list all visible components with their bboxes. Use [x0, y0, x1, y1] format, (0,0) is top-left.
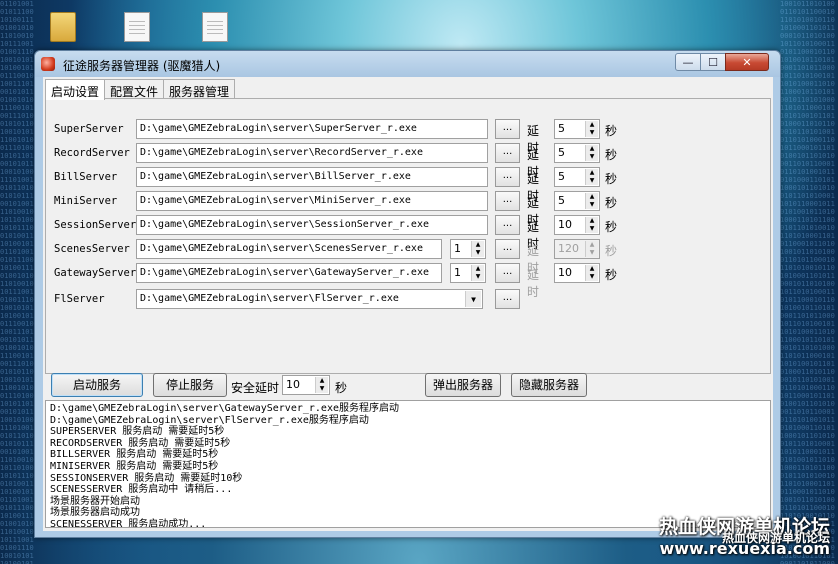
instance-count-spinner[interactable]: 1 ▲ ▼ [450, 239, 486, 259]
delay-value: 120 [558, 242, 579, 255]
window-client-area: 启动设置 配置文件 服务器管理 SuperServer D:\game\GMEZ… [43, 77, 773, 531]
server-label: RecordServer [54, 147, 130, 159]
delay-value: 5 [558, 146, 565, 159]
delay-spinner[interactable]: 10 ▲ ▼ [554, 215, 600, 235]
tab-server-management[interactable]: 服务器管理 [163, 79, 236, 99]
server-path-input[interactable]: D:\game\GMEZebraLogin\server\ScenesServe… [136, 239, 442, 259]
tab-bar: 启动设置 配置文件 服务器管理 [45, 79, 236, 100]
app-window: 征途服务器管理器 (驱魔猎人) — ☐ ✕ 启动设置 配置文件 服务器管理 Su… [34, 50, 781, 538]
log-line: MINISERVER 服务启动 需要延时5秒 [50, 460, 219, 472]
delay-spinner[interactable]: 5 ▲ ▼ [554, 191, 600, 211]
browse-button[interactable]: ... [495, 289, 520, 309]
watermark-url: www.rexuexia.com [659, 539, 830, 558]
log-line: SCENESSERVER 服务启动中 请稍后... [50, 484, 233, 496]
seconds-unit: 秒 [605, 172, 618, 186]
log-line: BILLSERVER 服务启动 需要延时5秒 [50, 449, 219, 461]
maximize-button[interactable]: ☐ [700, 53, 726, 71]
log-line: D:\game\GMEZebraLogin\server\FlServer_r.… [50, 414, 369, 426]
start-service-button[interactable]: 启动服务 [51, 373, 143, 397]
seconds-unit: 秒 [605, 244, 618, 258]
minimize-button[interactable]: — [675, 53, 701, 71]
delay-value: 5 [558, 122, 565, 135]
app-icon [41, 57, 55, 71]
log-line: SESSIONSERVER 服务启动 需要延时10秒 [50, 472, 243, 484]
spin-arrows-icon[interactable]: ▲ ▼ [585, 217, 598, 233]
delay-value: 5 [558, 194, 565, 207]
server-path-input[interactable]: D:\game\GMEZebraLogin\server\SessionServ… [136, 215, 488, 235]
title-bar[interactable]: 征途服务器管理器 (驱魔猎人) — ☐ ✕ [35, 51, 780, 77]
browse-button[interactable]: ... [495, 215, 520, 235]
server-path-input[interactable]: D:\game\GMEZebraLogin\server\RecordServe… [136, 143, 488, 163]
seconds-unit: 秒 [605, 148, 618, 162]
browse-button[interactable]: ... [495, 239, 520, 259]
spin-arrows-icon: ▲ ▼ [585, 241, 598, 257]
instance-count-value: 1 [454, 242, 461, 255]
browse-button[interactable]: ... [495, 167, 520, 187]
delay-label: 延时 [527, 268, 540, 299]
safe-delay-unit: 秒 [335, 381, 348, 395]
desktop-binary-pattern-left: 0110100101011100101001110100101011010010… [0, 0, 34, 564]
server-label: ScenesServer [54, 243, 130, 255]
server-path-input[interactable]: D:\game\GMEZebraLogin\server\BillServer_… [136, 167, 488, 187]
delay-spinner[interactable]: 5 ▲ ▼ [554, 143, 600, 163]
browse-button[interactable]: ... [495, 119, 520, 139]
desktop-binary-pattern-right: 1001011010100011010110001011010100101101… [780, 0, 835, 564]
delay-spinner[interactable]: 5 ▲ ▼ [554, 167, 600, 187]
desktop-file-icon[interactable] [202, 12, 228, 42]
delay-value: 10 [558, 266, 572, 279]
startup-settings-panel: SuperServer D:\game\GMEZebraLogin\server… [45, 98, 771, 374]
close-button[interactable]: ✕ [725, 53, 769, 71]
desktop-folder-icon[interactable] [50, 12, 76, 42]
log-output[interactable]: D:\game\GMEZebraLogin\server\GatewayServ… [45, 400, 771, 528]
server-path-input[interactable]: D:\game\GMEZebraLogin\server\SuperServer… [136, 119, 488, 139]
log-line: 场景服务器开始启动 [50, 495, 140, 507]
spin-arrows-icon[interactable]: ▲ ▼ [585, 265, 598, 281]
browse-button[interactable]: ... [495, 191, 520, 211]
popup-server-button[interactable]: 弹出服务器 [425, 373, 501, 397]
seconds-unit: 秒 [605, 220, 618, 234]
server-label: BillServer [54, 171, 118, 183]
instance-count-value: 1 [454, 266, 461, 279]
tab-config-files[interactable]: 配置文件 [104, 79, 165, 99]
spin-arrows-icon[interactable]: ▲ ▼ [471, 241, 484, 257]
delay-spinner[interactable]: 10 ▲ ▼ [554, 263, 600, 283]
hide-server-button[interactable]: 隐藏服务器 [511, 373, 587, 397]
instance-count-spinner[interactable]: 1 ▲ ▼ [450, 263, 486, 283]
spin-arrows-icon[interactable]: ▲ ▼ [471, 265, 484, 281]
server-path-value: D:\game\GMEZebraLogin\server\FlServer_r.… [140, 293, 399, 304]
log-line: D:\game\GMEZebraLogin\server\GatewayServ… [50, 403, 399, 414]
seconds-unit: 秒 [605, 268, 618, 282]
browse-button[interactable]: ... [495, 263, 520, 283]
desktop-file-icon[interactable] [124, 12, 150, 42]
server-path-input[interactable]: D:\game\GMEZebraLogin\server\GatewayServ… [136, 263, 442, 283]
browse-button[interactable]: ... [495, 143, 520, 163]
stop-service-button[interactable]: 停止服务 [153, 373, 227, 397]
window-title: 征途服务器管理器 (驱魔猎人) [63, 59, 221, 73]
delay-value: 10 [558, 218, 572, 231]
safe-delay-label: 安全延时 [231, 381, 280, 395]
server-label: GatewayServer [54, 267, 137, 279]
dropdown-arrow-icon[interactable]: ▼ [465, 291, 481, 307]
tab-startup-settings[interactable]: 启动设置 [45, 79, 106, 100]
server-label: SuperServer [54, 123, 124, 135]
log-line: SUPERSERVER 服务启动 需要延时5秒 [50, 426, 225, 438]
server-path-input[interactable]: D:\game\GMEZebraLogin\server\MiniServer_… [136, 191, 488, 211]
delay-spinner[interactable]: 5 ▲ ▼ [554, 119, 600, 139]
server-path-combobox[interactable]: D:\game\GMEZebraLogin\server\FlServer_r.… [136, 289, 483, 309]
spin-arrows-icon[interactable]: ▲ ▼ [585, 193, 598, 209]
spin-arrows-icon[interactable]: ▲ ▼ [585, 169, 598, 185]
seconds-unit: 秒 [605, 196, 618, 210]
safe-delay-value: 10 [286, 378, 300, 391]
server-label: SessionServer [54, 219, 137, 231]
spin-arrows-icon[interactable]: ▲ ▼ [585, 145, 598, 161]
spin-arrows-icon[interactable]: ▲ ▼ [585, 121, 598, 137]
seconds-unit: 秒 [605, 124, 618, 138]
server-label: MiniServer [54, 195, 118, 207]
delay-spinner-disabled: 120 ▲ ▼ [554, 239, 600, 259]
delay-value: 5 [558, 170, 565, 183]
spin-arrows-icon[interactable]: ▲ ▼ [315, 377, 328, 393]
server-label: FlServer [54, 293, 105, 305]
safe-delay-spinner[interactable]: 10 ▲ ▼ [282, 375, 330, 395]
log-line: RECORDSERVER 服务启动 需要延时5秒 [50, 437, 231, 449]
